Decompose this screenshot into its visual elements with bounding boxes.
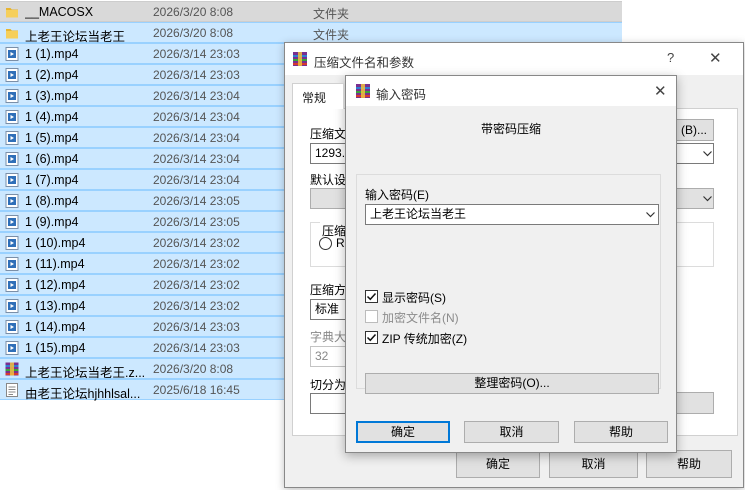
file-date: 2026/3/14 23:04 <box>153 131 240 145</box>
file-date: 2026/3/14 23:05 <box>153 215 240 229</box>
video-file-icon <box>5 257 19 271</box>
file-name: 由老王论坛hjhhlsal... <box>25 387 141 401</box>
video-file-icon <box>5 173 19 187</box>
show-password-checkbox[interactable] <box>365 290 378 303</box>
close-icon[interactable]: ✕ <box>709 49 722 67</box>
video-file-icon <box>5 47 19 61</box>
organize-passwords-button[interactable]: 整理密码(O)... <box>365 373 659 394</box>
video-file-icon <box>5 299 19 313</box>
password-group: 输入密码(E) 上老王论坛当老王 显示密码(S) 加密文件名(N) ZIP 传统… <box>356 174 661 394</box>
encrypt-filenames-label: 加密文件名(N) <box>382 311 459 325</box>
zip-legacy-encryption-checkbox[interactable] <box>365 331 378 344</box>
chevron-down-icon[interactable] <box>703 194 712 203</box>
file-date: 2026/3/20 8:08 <box>153 362 234 376</box>
video-file-icon <box>5 68 19 82</box>
compression-method-label: 压缩方 <box>310 283 347 297</box>
split-volumes-label: 切分为 <box>310 378 347 392</box>
file-date: 2025/6/18 16:45 <box>153 383 240 397</box>
video-file-icon <box>5 89 19 103</box>
dictionary-size-label: 字典大 <box>310 330 347 344</box>
video-file-icon <box>5 236 19 250</box>
file-date: 2026/3/14 23:02 <box>153 257 240 271</box>
password-input[interactable]: 上老王论坛当老王 <box>365 204 659 225</box>
file-name: 1 (3).mp4 <box>25 89 79 103</box>
file-name: 1 (6).mp4 <box>25 152 79 166</box>
archive-help-button[interactable]: 帮助 <box>646 450 732 478</box>
video-file-icon <box>5 110 19 124</box>
archive-dialog-title-bar[interactable]: 压缩文件名和参数 ? ✕ <box>285 43 743 75</box>
default-profile-label: 默认设 <box>310 173 347 187</box>
file-date: 2026/3/14 23:03 <box>153 68 240 82</box>
zip-legacy-encryption-label[interactable]: ZIP 传统加密(Z) <box>382 330 467 347</box>
password-help-button[interactable]: 帮助 <box>574 421 668 443</box>
password-label: 输入密码(E) <box>365 188 429 202</box>
file-date: 2026/3/20 8:08 <box>153 26 234 40</box>
file-type: 文件夹 <box>313 28 350 42</box>
file-row[interactable]: 上老王论坛当老王 2026/3/20 8:08 文件夹 <box>0 22 622 44</box>
file-date: 2026/3/14 23:02 <box>153 236 240 250</box>
file-date: 2026/3/14 23:04 <box>153 110 240 124</box>
password-dialog-title: 输入密码 <box>376 88 427 102</box>
password-dialog-title-bar[interactable]: 输入密码 ✕ <box>346 76 676 106</box>
file-name: 1 (1).mp4 <box>25 47 79 61</box>
winrar-archive-icon <box>5 362 19 376</box>
file-name: 1 (14).mp4 <box>25 320 86 334</box>
video-file-icon <box>5 131 19 145</box>
file-date: 2026/3/14 23:05 <box>153 194 240 208</box>
file-date: 2026/3/14 23:03 <box>153 341 240 355</box>
file-name: 1 (8).mp4 <box>25 194 79 208</box>
video-file-icon <box>5 215 19 229</box>
options-button-right[interactable] <box>674 392 714 414</box>
file-name: 1 (10).mp4 <box>25 236 86 250</box>
password-ok-button[interactable]: 确定 <box>356 421 450 443</box>
tab-general[interactable]: 常规 <box>292 83 344 109</box>
file-name: 1 (5).mp4 <box>25 131 79 145</box>
file-name: __MACOSX <box>25 5 94 19</box>
video-file-icon <box>5 341 19 355</box>
file-name: 1 (7).mp4 <box>25 173 79 187</box>
winrar-app-icon <box>292 51 308 67</box>
video-file-icon <box>5 278 19 292</box>
text-file-icon <box>5 383 19 397</box>
file-row[interactable]: __MACOSX 2026/3/20 8:08 文件夹 <box>0 1 622 22</box>
password-cancel-button[interactable]: 取消 <box>464 421 559 443</box>
rar-format-radio[interactable] <box>319 237 332 250</box>
file-date: 2026/3/20 8:08 <box>153 5 234 19</box>
encrypt-filenames-checkbox <box>365 310 378 323</box>
file-date: 2026/3/14 23:03 <box>153 47 240 61</box>
file-date: 2026/3/14 23:03 <box>153 320 240 334</box>
rar-format-radio-label: R <box>336 236 345 250</box>
archive-ok-button[interactable]: 确定 <box>456 450 540 478</box>
help-icon[interactable]: ? <box>667 50 674 65</box>
file-name: 1 (4).mp4 <box>25 110 79 124</box>
file-date: 2026/3/14 23:02 <box>153 299 240 313</box>
video-file-icon <box>5 152 19 166</box>
archive-cancel-button[interactable]: 取消 <box>549 450 638 478</box>
file-date: 2026/3/14 23:04 <box>153 89 240 103</box>
folder-icon <box>5 26 19 40</box>
file-date: 2026/3/14 23:02 <box>153 278 240 292</box>
video-file-icon <box>5 194 19 208</box>
folder-icon <box>5 5 19 19</box>
enter-password-dialog: 输入密码 ✕ 带密码压缩 输入密码(E) 上老王论坛当老王 显示密码(S) 加密… <box>345 75 677 453</box>
file-name: 1 (2).mp4 <box>25 68 79 82</box>
password-heading: 带密码压缩 <box>480 122 541 136</box>
file-name: 1 (12).mp4 <box>25 278 86 292</box>
file-name: 1 (9).mp4 <box>25 215 79 229</box>
file-name: 1 (11).mp4 <box>25 257 85 271</box>
video-file-icon <box>5 320 19 334</box>
chevron-down-icon[interactable] <box>703 149 712 158</box>
chevron-down-icon[interactable] <box>646 210 655 219</box>
file-date: 2026/3/14 23:04 <box>153 152 240 166</box>
show-password-label[interactable]: 显示密码(S) <box>382 289 446 306</box>
archive-dialog-title: 压缩文件名和参数 <box>314 56 415 70</box>
close-icon[interactable]: ✕ <box>654 82 667 100</box>
archive-name-label: 压缩文 <box>310 127 347 141</box>
browse-button[interactable]: (B)... <box>674 119 714 141</box>
file-type: 文件夹 <box>313 7 350 21</box>
file-date: 2026/3/14 23:04 <box>153 173 240 187</box>
file-name: 1 (13).mp4 <box>25 299 86 313</box>
winrar-app-icon <box>355 83 371 99</box>
file-name: 1 (15).mp4 <box>25 341 86 355</box>
